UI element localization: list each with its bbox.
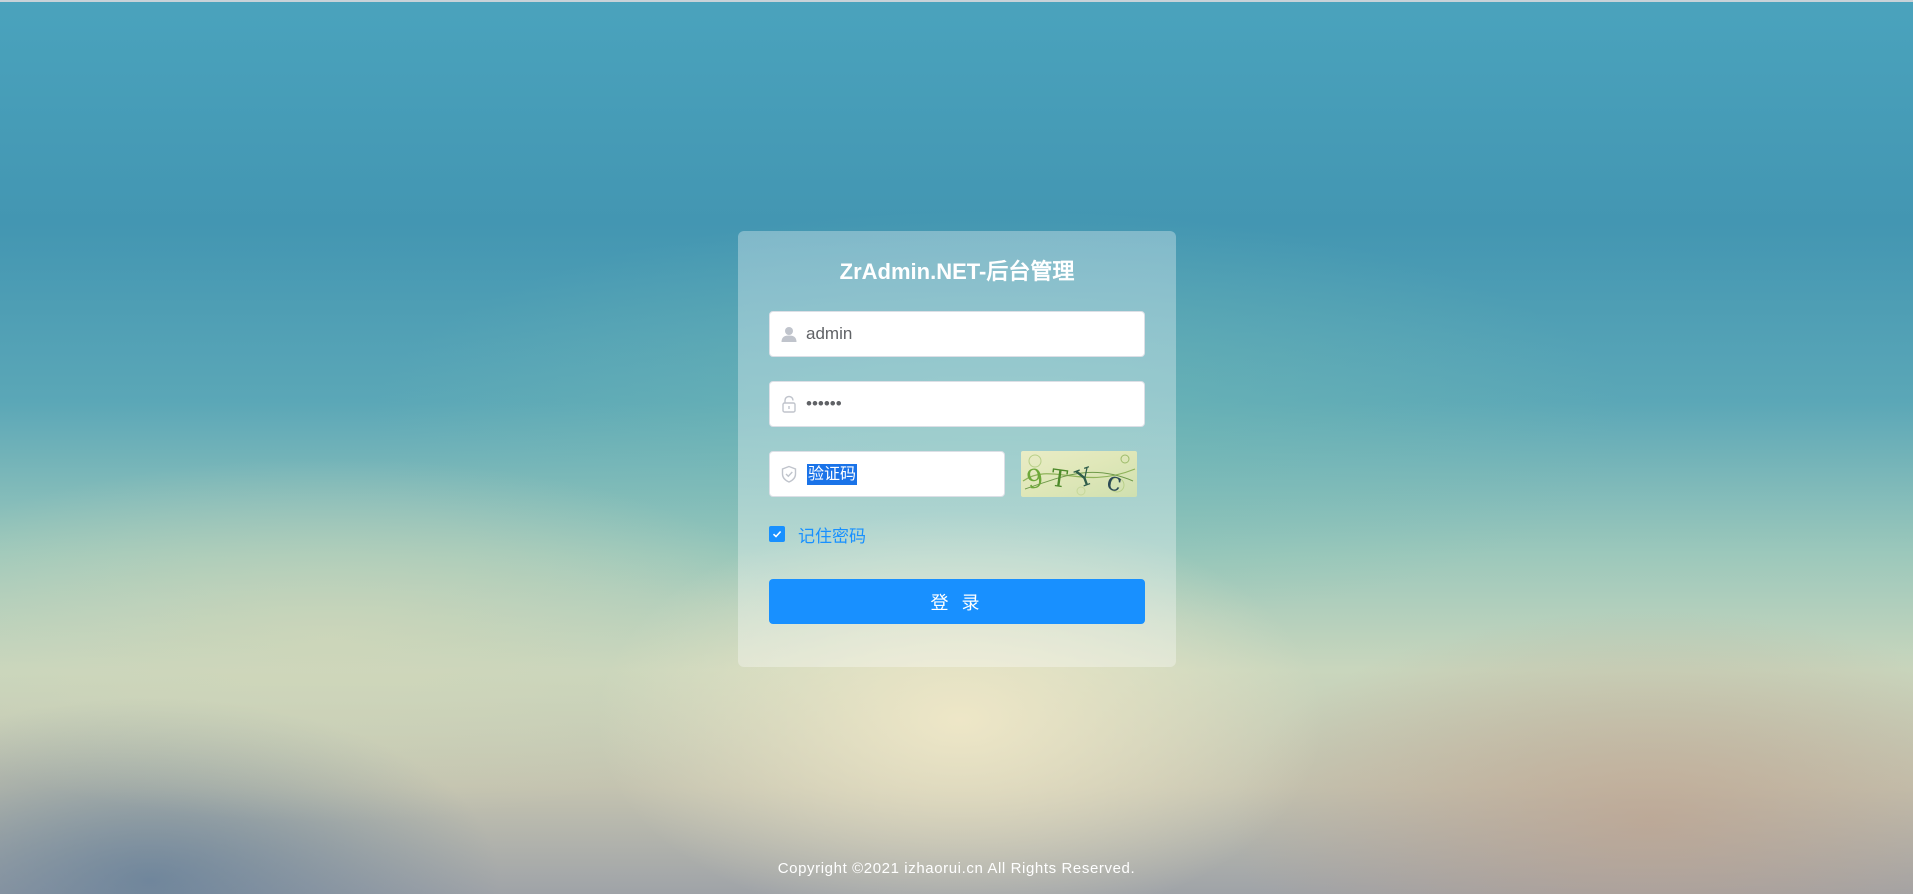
remember-checkbox[interactable]: [769, 526, 785, 542]
remember-password-label[interactable]: 记住密码: [798, 522, 866, 547]
login-title: ZrAdmin.NET-后台管理: [839, 259, 1075, 284]
login-page: ZrAdmin.NET-后台管理 验证码: [0, 0, 1913, 894]
captcha-field[interactable]: 验证码: [769, 451, 1005, 497]
shield-check-icon: [781, 465, 797, 483]
user-icon: [781, 327, 797, 342]
remember-password-option[interactable]: 记住密码: [769, 522, 1145, 547]
copyright-footer: Copyright ©2021 izhaorui.cn All Rights R…: [777, 860, 1136, 877]
password-input[interactable]: [806, 382, 1134, 426]
password-field[interactable]: [769, 381, 1145, 427]
login-button[interactable]: 登 录: [769, 579, 1145, 624]
username-input[interactable]: [806, 312, 1134, 356]
captcha-image[interactable]: 9 T Y c: [1021, 451, 1137, 497]
top-divider: [0, 0, 1913, 2]
captcha-input-selected-text[interactable]: 验证码: [807, 464, 858, 485]
check-icon: [772, 530, 782, 538]
login-form-card: ZrAdmin.NET-后台管理 验证码: [738, 231, 1176, 667]
lock-icon: [782, 395, 796, 413]
username-field[interactable]: [769, 311, 1145, 357]
captcha-row: 验证码 9 T Y c: [769, 451, 1145, 497]
